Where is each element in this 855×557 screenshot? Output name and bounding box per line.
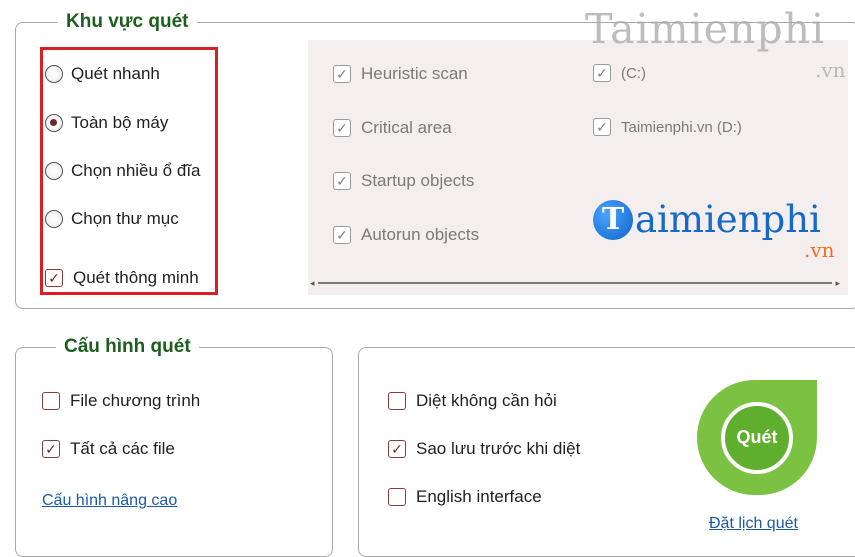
- radio-full-icon[interactable]: [45, 114, 63, 132]
- scan-button[interactable]: Quét: [697, 380, 817, 495]
- taimienphi-logo: T aimienphi: [593, 198, 821, 241]
- option-autorun-objects[interactable]: ✓ Autorun objects: [333, 225, 479, 245]
- checkbox-backup[interactable]: ✓: [388, 440, 406, 458]
- scan-area-title: Khu vực quét: [58, 10, 197, 34]
- option-program-files[interactable]: File chương trình: [42, 391, 200, 411]
- option-startup-objects[interactable]: ✓ Startup objects: [333, 171, 474, 191]
- scrollbar-track[interactable]: [318, 282, 832, 284]
- checkbox-all-files[interactable]: ✓: [42, 440, 60, 458]
- radio-folder-icon[interactable]: [45, 210, 63, 228]
- group-border-dash: [26, 347, 56, 348]
- check-icon: ✓: [336, 66, 348, 82]
- scroll-right-icon[interactable]: ▸: [835, 278, 840, 289]
- logo-suffix: .vn: [804, 238, 835, 262]
- checkbox-autorun[interactable]: ✓: [333, 226, 351, 244]
- radio-full-scan[interactable]: Toàn bộ máy: [45, 113, 168, 133]
- radio-full-label: Toàn bộ máy: [71, 113, 169, 132]
- option-heuristic-scan[interactable]: ✓ Heuristic scan: [333, 64, 468, 84]
- check-icon: ✓: [336, 120, 348, 136]
- logo-badge-icon: T: [593, 199, 633, 240]
- option-autorun-label: Autorun objects: [361, 225, 480, 244]
- check-icon: ✓: [48, 270, 60, 286]
- check-icon: ✓: [45, 441, 57, 457]
- logo-text: aimienphi: [635, 198, 821, 241]
- drive-d-label: Taimienphi.vn (D:): [621, 118, 742, 136]
- checkbox-smart-scan[interactable]: ✓: [45, 269, 63, 287]
- group-border-dash: [28, 22, 56, 23]
- scan-config-title: Cấu hình quét: [56, 335, 199, 359]
- drive-c[interactable]: ✓ (C:): [593, 64, 646, 82]
- auto-kill-label: Diệt không cần hỏi: [416, 391, 557, 410]
- option-heuristic-label: Heuristic scan: [361, 64, 468, 83]
- drive-d[interactable]: ✓ Taimienphi.vn (D:): [593, 118, 742, 136]
- checkbox-english[interactable]: [388, 488, 406, 506]
- option-critical-area[interactable]: ✓ Critical area: [333, 118, 452, 138]
- check-icon: ✓: [336, 227, 348, 243]
- checkbox-auto-kill[interactable]: [388, 392, 406, 410]
- drive-c-label: (C:): [621, 64, 646, 82]
- option-auto-kill[interactable]: Diệt không cần hỏi: [388, 391, 557, 411]
- backup-label: Sao lưu trước khi diệt: [416, 439, 581, 458]
- check-icon: ✓: [596, 119, 608, 135]
- scan-button-label: Quét: [721, 401, 793, 474]
- radio-multi-icon[interactable]: [45, 162, 63, 180]
- check-icon: ✓: [336, 173, 348, 189]
- watermark-logo-suffix: .vn: [815, 58, 846, 82]
- advanced-config-link[interactable]: Cấu hình nâng cao: [42, 492, 177, 510]
- option-english-interface[interactable]: English interface: [388, 487, 542, 507]
- program-files-label: File chương trình: [70, 391, 201, 410]
- checkbox-critical[interactable]: ✓: [333, 119, 351, 137]
- radio-folder-label: Chọn thư mục: [71, 209, 179, 228]
- checkbox-program-files[interactable]: [42, 392, 60, 410]
- check-icon: ✓: [596, 65, 608, 81]
- check-icon: ✓: [391, 441, 403, 457]
- english-label: English interface: [416, 487, 542, 506]
- option-critical-label: Critical area: [361, 118, 452, 137]
- scroll-left-icon[interactable]: ◂: [310, 278, 315, 289]
- schedule-scan-link[interactable]: Đặt lịch quét: [709, 515, 798, 533]
- checkbox-drive-c[interactable]: ✓: [593, 64, 611, 82]
- horizontal-scrollbar[interactable]: ◂ ▸: [310, 278, 840, 288]
- radio-multi-label: Chọn nhiều ổ đĩa: [71, 161, 201, 180]
- radio-multi-drive[interactable]: Chọn nhiều ổ đĩa: [45, 161, 201, 181]
- checkbox-drive-d[interactable]: ✓: [593, 118, 611, 136]
- option-all-files[interactable]: ✓ Tất cả các file: [42, 439, 175, 459]
- radio-quick-scan[interactable]: Quét nhanh: [45, 64, 160, 84]
- option-startup-label: Startup objects: [361, 171, 475, 190]
- option-backup-before-kill[interactable]: ✓ Sao lưu trước khi diệt: [388, 439, 580, 459]
- watermark-logo-text: Taimienphi: [585, 5, 826, 53]
- all-files-label: Tất cả các file: [70, 439, 175, 458]
- checkbox-heuristic[interactable]: ✓: [333, 65, 351, 83]
- smart-scan-option[interactable]: ✓ Quét thông minh: [45, 268, 199, 288]
- radio-quick-icon[interactable]: [45, 65, 63, 83]
- smart-scan-label: Quét thông minh: [73, 268, 199, 287]
- radio-folder[interactable]: Chọn thư mục: [45, 209, 179, 229]
- radio-quick-label: Quét nhanh: [71, 64, 160, 83]
- checkbox-startup[interactable]: ✓: [333, 172, 351, 190]
